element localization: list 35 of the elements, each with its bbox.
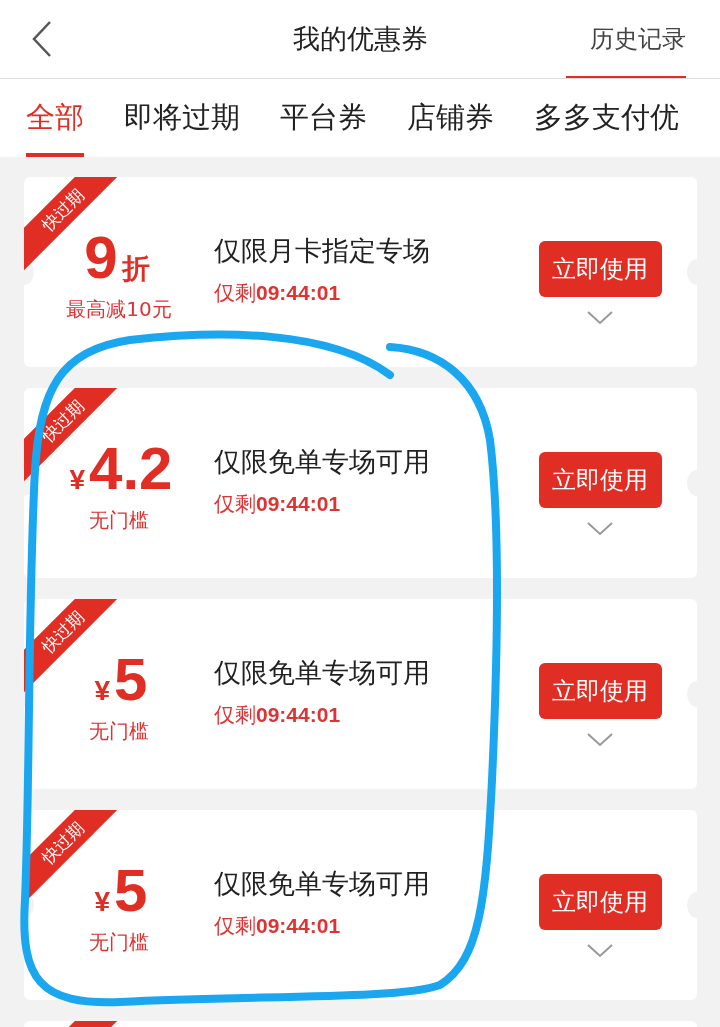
currency-symbol: ¥ <box>94 674 111 707</box>
coupon-condition: 无门槛 <box>89 928 149 956</box>
currency-symbol: ¥ <box>94 885 111 918</box>
tab[interactable]: 平台券 <box>280 79 367 157</box>
coupon-condition: 最高减10元 <box>66 295 172 323</box>
countdown-text: 仅剩09:44:01 <box>214 702 342 729</box>
coupon-condition: 无门槛 <box>89 506 149 534</box>
countdown-text: 仅剩09:44:01 <box>214 491 342 518</box>
discount-unit: 折 <box>121 251 150 286</box>
coupon-title: 仅限月卡指定专场 <box>214 234 431 268</box>
cash-value: 5 <box>114 860 148 921</box>
coupon-title: 仅限免单专场可用 <box>214 656 431 690</box>
tab[interactable]: 即将过期 <box>124 79 240 157</box>
coupon-title: 仅限免单专场可用 <box>214 867 431 901</box>
currency-symbol: ¥ <box>69 463 86 496</box>
chevron-down-icon[interactable] <box>587 944 613 958</box>
cash-value: 5 <box>114 649 148 710</box>
tab[interactable]: 多多支付优 <box>534 79 679 157</box>
tab[interactable]: 店铺券 <box>407 79 494 157</box>
tab[interactable]: 全部 <box>26 79 84 157</box>
use-now-button[interactable]: 立即使用 <box>538 663 662 719</box>
use-now-button[interactable]: 立即使用 <box>538 452 662 508</box>
chevron-down-icon[interactable] <box>587 522 613 536</box>
countdown-text: 仅剩09:44:01 <box>214 913 342 940</box>
cash-value: 4.2 <box>89 438 173 499</box>
page-title: 我的优惠券 <box>292 23 428 54</box>
chevron-down-icon[interactable] <box>587 733 613 747</box>
chevron-down-icon[interactable] <box>587 311 613 325</box>
countdown-text: 仅剩09:44:01 <box>214 280 342 307</box>
discount-value: 9 <box>84 227 118 288</box>
back-icon[interactable] <box>30 19 54 59</box>
use-now-button[interactable]: 立即使用 <box>538 241 662 297</box>
coupon-condition: 无门槛 <box>89 717 149 745</box>
coupon-title: 仅限免单专场可用 <box>214 445 431 479</box>
use-now-button[interactable]: 立即使用 <box>538 874 662 930</box>
